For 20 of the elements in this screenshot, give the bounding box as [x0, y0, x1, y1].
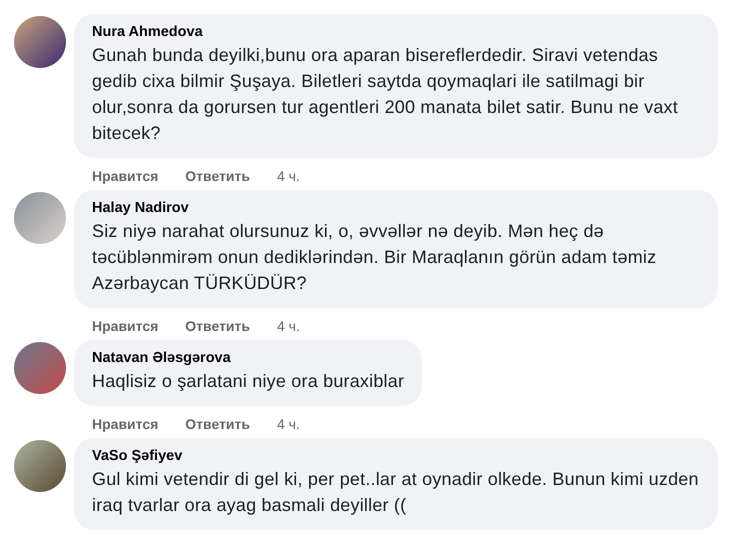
comment-time: 4 ч. — [277, 167, 300, 186]
comment-author[interactable]: Nura Ahmedova — [92, 22, 700, 42]
comment-author[interactable]: Natavan Ələsgərova — [92, 348, 404, 368]
comment-author[interactable]: VaSo Şəfiyev — [92, 446, 700, 466]
avatar[interactable] — [14, 16, 66, 68]
reply-link[interactable]: Ответить — [185, 316, 250, 337]
comment-text: Haqlisiz o şarlatani niye ora buraxiblar — [92, 370, 404, 393]
comment-time: 4 ч. — [277, 317, 300, 336]
avatar[interactable] — [14, 342, 66, 394]
reply-link[interactable]: Ответить — [185, 166, 250, 187]
comment-time: 4 ч. — [277, 415, 300, 434]
like-link[interactable]: Нравится — [92, 316, 158, 337]
like-link[interactable]: Нравится — [92, 166, 158, 187]
reply-link[interactable]: Ответить — [185, 414, 250, 435]
like-link[interactable]: Нравится — [92, 414, 158, 435]
comment-text: Gunah bunda deyilki,bunu ora aparan bisereflerdedir. Siravi vetendas gedib cixa bilmir Şuşaya. Biletleri saytda qoymaqlari ile satilmagi bir olur,sonra da gorursen tur agentleri 200 manata bilet satir. Bunu ne vaxt bitecek? — [92, 44, 679, 145]
avatar[interactable] — [14, 440, 66, 492]
comment-text: Gul kimi vetendir di gel ki, per pet..lar at oynadir olkede. Bunun kimi uzden iraq tvarlar ora ayag basmali deyiller (( — [92, 468, 700, 517]
comment-author[interactable]: Halay Nadirov — [92, 198, 700, 218]
comment-text: Siz niyə narahat olursunuz ki, o, əvvəllər nə deyib. Mən heç də təcüblənmirəm onun dediklərindən. Bir Maraqlanın görün adam təmiz Azərbaycan TÜRKÜDÜR? — [92, 220, 658, 295]
